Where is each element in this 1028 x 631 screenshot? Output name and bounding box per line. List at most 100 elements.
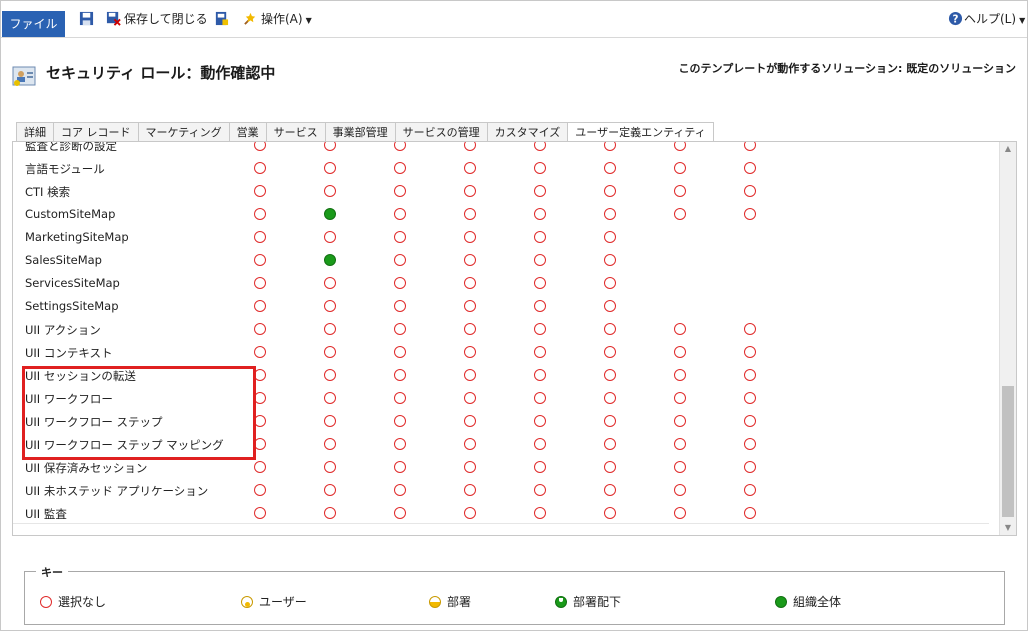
privilege-none-icon[interactable]: [324, 185, 336, 197]
tab-core-records[interactable]: コア レコード: [54, 122, 139, 142]
file-button[interactable]: ファイル: [2, 11, 65, 37]
privilege-none-icon[interactable]: [534, 461, 546, 473]
privilege-none-icon[interactable]: [744, 162, 756, 174]
tab-custom-entities[interactable]: ユーザー定義エンティティ: [568, 122, 714, 143]
privilege-none-icon[interactable]: [604, 438, 616, 450]
privilege-none-icon[interactable]: [254, 185, 266, 197]
tab-marketing[interactable]: マーケティング: [138, 122, 230, 142]
privilege-none-icon[interactable]: [464, 208, 476, 220]
privilege-none-icon[interactable]: [534, 162, 546, 174]
privilege-none-icon[interactable]: [394, 142, 406, 151]
privilege-none-icon[interactable]: [744, 323, 756, 335]
privilege-none-icon[interactable]: [464, 254, 476, 266]
privilege-none-icon[interactable]: [604, 162, 616, 174]
privilege-none-icon[interactable]: [324, 484, 336, 496]
privilege-none-icon[interactable]: [534, 507, 546, 519]
privilege-none-icon[interactable]: [464, 231, 476, 243]
scroll-thumb[interactable]: [1002, 386, 1014, 517]
privilege-none-icon[interactable]: [744, 415, 756, 427]
privilege-none-icon[interactable]: [394, 185, 406, 197]
privilege-none-icon[interactable]: [674, 461, 686, 473]
privilege-none-icon[interactable]: [534, 484, 546, 496]
privilege-none-icon[interactable]: [324, 323, 336, 335]
privilege-none-icon[interactable]: [744, 507, 756, 519]
privilege-none-icon[interactable]: [674, 323, 686, 335]
privilege-none-icon[interactable]: [254, 208, 266, 220]
privilege-none-icon[interactable]: [254, 323, 266, 335]
privilege-none-icon[interactable]: [744, 208, 756, 220]
privilege-none-icon[interactable]: [324, 461, 336, 473]
privilege-none-icon[interactable]: [674, 142, 686, 151]
privilege-none-icon[interactable]: [464, 484, 476, 496]
privilege-none-icon[interactable]: [674, 507, 686, 519]
save-button[interactable]: [79, 10, 97, 28]
privilege-none-icon[interactable]: [604, 507, 616, 519]
privilege-none-icon[interactable]: [324, 438, 336, 450]
privilege-none-icon[interactable]: [394, 208, 406, 220]
save-and-close-button[interactable]: 保存して閉じる: [106, 10, 208, 28]
new-record-button[interactable]: [214, 10, 232, 28]
privilege-none-icon[interactable]: [324, 231, 336, 243]
scroll-up-arrow[interactable]: ▲: [1000, 142, 1016, 156]
privilege-none-icon[interactable]: [534, 346, 546, 358]
privilege-none-icon[interactable]: [744, 142, 756, 151]
privilege-none-icon[interactable]: [254, 254, 266, 266]
privilege-none-icon[interactable]: [464, 461, 476, 473]
actions-menu[interactable]: 操作(A) ▼: [243, 10, 312, 28]
privilege-none-icon[interactable]: [534, 300, 546, 312]
privilege-none-icon[interactable]: [254, 484, 266, 496]
privilege-none-icon[interactable]: [324, 162, 336, 174]
privilege-none-icon[interactable]: [534, 323, 546, 335]
privilege-none-icon[interactable]: [394, 369, 406, 381]
privilege-none-icon[interactable]: [464, 415, 476, 427]
privilege-none-icon[interactable]: [534, 208, 546, 220]
privilege-none-icon[interactable]: [464, 392, 476, 404]
privilege-none-icon[interactable]: [534, 231, 546, 243]
tab-service-management[interactable]: サービスの管理: [395, 122, 488, 142]
privilege-none-icon[interactable]: [464, 369, 476, 381]
privilege-none-icon[interactable]: [674, 392, 686, 404]
privilege-none-icon[interactable]: [674, 185, 686, 197]
privilege-none-icon[interactable]: [394, 507, 406, 519]
privilege-none-icon[interactable]: [464, 438, 476, 450]
privilege-none-icon[interactable]: [324, 277, 336, 289]
privilege-none-icon[interactable]: [254, 162, 266, 174]
privilege-none-icon[interactable]: [464, 300, 476, 312]
privilege-none-icon[interactable]: [254, 507, 266, 519]
vertical-scrollbar[interactable]: ▲ ▼: [999, 142, 1016, 535]
privilege-none-icon[interactable]: [604, 300, 616, 312]
privilege-none-icon[interactable]: [604, 369, 616, 381]
privilege-org-icon[interactable]: [324, 254, 336, 266]
privilege-none-icon[interactable]: [394, 254, 406, 266]
tab-details[interactable]: 詳細: [16, 122, 54, 142]
privilege-none-icon[interactable]: [604, 461, 616, 473]
privilege-none-icon[interactable]: [324, 369, 336, 381]
privilege-none-icon[interactable]: [674, 369, 686, 381]
privilege-none-icon[interactable]: [674, 484, 686, 496]
scroll-down-arrow[interactable]: ▼: [1000, 521, 1016, 535]
privilege-none-icon[interactable]: [394, 346, 406, 358]
privilege-none-icon[interactable]: [464, 185, 476, 197]
tab-customization[interactable]: カスタマイズ: [487, 122, 569, 142]
privilege-none-icon[interactable]: [464, 277, 476, 289]
privilege-none-icon[interactable]: [324, 142, 336, 151]
privilege-none-icon[interactable]: [324, 415, 336, 427]
privilege-none-icon[interactable]: [604, 185, 616, 197]
privilege-none-icon[interactable]: [464, 323, 476, 335]
privilege-none-icon[interactable]: [324, 392, 336, 404]
privilege-none-icon[interactable]: [604, 208, 616, 220]
privilege-none-icon[interactable]: [534, 392, 546, 404]
privilege-none-icon[interactable]: [464, 142, 476, 151]
privilege-none-icon[interactable]: [534, 254, 546, 266]
tab-service[interactable]: サービス: [266, 122, 326, 142]
privilege-none-icon[interactable]: [254, 461, 266, 473]
privilege-none-icon[interactable]: [324, 300, 336, 312]
privilege-none-icon[interactable]: [744, 461, 756, 473]
privilege-none-icon[interactable]: [394, 231, 406, 243]
privilege-none-icon[interactable]: [534, 369, 546, 381]
privilege-none-icon[interactable]: [394, 277, 406, 289]
privilege-none-icon[interactable]: [674, 346, 686, 358]
privilege-none-icon[interactable]: [744, 185, 756, 197]
privilege-none-icon[interactable]: [394, 461, 406, 473]
privilege-none-icon[interactable]: [604, 415, 616, 427]
